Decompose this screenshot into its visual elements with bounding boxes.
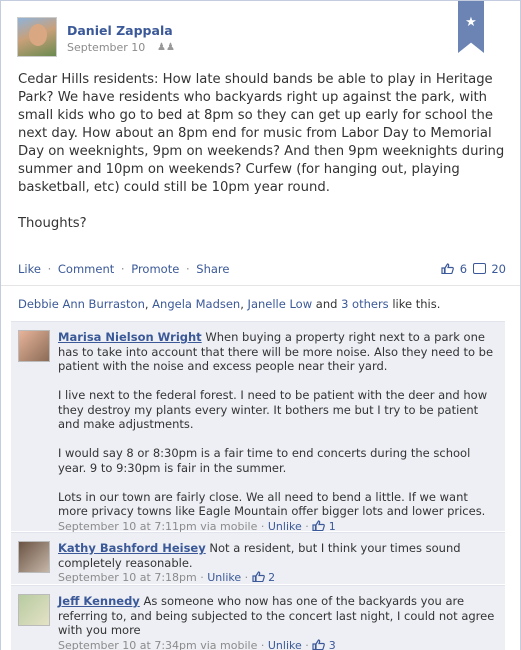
comment-text: Kathy Bashford Heisey Not a resident, bu… xyxy=(58,541,497,570)
thumbs-up-icon[interactable] xyxy=(441,263,454,274)
comment-timestamp[interactable]: September 10 at 7:34pm via mobile xyxy=(58,639,257,650)
comment-link[interactable]: Comment xyxy=(58,262,114,276)
commenter-name[interactable]: Kathy Bashford Heisey xyxy=(58,541,206,555)
commenter-avatar[interactable] xyxy=(18,541,50,573)
unlike-link[interactable]: Unlike xyxy=(268,520,302,533)
post-date[interactable]: September 10 xyxy=(67,41,145,54)
post-actions: Like · Comment · Promote · Share 6 20 xyxy=(18,262,506,278)
liker-link[interactable]: Janelle Low xyxy=(248,297,313,311)
post-card: Daniel Zappala September 10 ♟♟ ★ Cedar H… xyxy=(0,0,521,650)
comment-item: Kathy Bashford Heisey Not a resident, bu… xyxy=(11,532,505,584)
comment-item: Jeff Kennedy As someone who now has one … xyxy=(11,585,505,650)
comment-text: Marisa Nielson Wright When buying a prop… xyxy=(58,330,497,519)
commenter-avatar[interactable] xyxy=(18,330,50,362)
action-separator: · xyxy=(47,262,52,276)
comment-like-count[interactable]: 2 xyxy=(268,571,275,584)
comment-meta: September 10 at 7:11pm via mobile · Unli… xyxy=(58,519,336,533)
likes-connector: and xyxy=(315,297,338,311)
comment-body: When buying a property right next to a p… xyxy=(58,330,494,518)
commenter-avatar[interactable] xyxy=(18,594,50,626)
post-counts: 6 20 xyxy=(441,262,506,276)
comment-timestamp[interactable]: September 10 at 7:11pm via mobile xyxy=(58,520,257,533)
action-separator: · xyxy=(185,262,190,276)
comment-item: Marisa Nielson Wright When buying a prop… xyxy=(11,321,505,533)
author-name[interactable]: Daniel Zappala xyxy=(67,23,173,38)
promote-link[interactable]: Promote xyxy=(131,262,179,276)
comment-meta: September 10 at 7:34pm via mobile · Unli… xyxy=(58,638,336,650)
comment-timestamp[interactable]: September 10 at 7:18pm xyxy=(58,571,197,584)
author-avatar[interactable] xyxy=(17,17,57,57)
comment-like-count[interactable]: 3 xyxy=(329,639,336,650)
thumbs-up-icon[interactable] xyxy=(312,519,326,531)
likes-suffix: like this. xyxy=(392,297,441,311)
likes-summary: Debbie Ann Burraston, Angela Madsen, Jan… xyxy=(18,297,441,311)
unlike-link[interactable]: Unlike xyxy=(268,639,302,650)
liker-link[interactable]: Debbie Ann Burraston xyxy=(18,297,145,311)
thumbs-up-icon[interactable] xyxy=(252,571,265,582)
comment-count[interactable]: 20 xyxy=(491,262,506,276)
comment-text: Jeff Kennedy As someone who now has one … xyxy=(58,594,497,638)
star-icon[interactable]: ★ xyxy=(458,1,484,53)
action-separator: · xyxy=(120,262,125,276)
liker-link[interactable]: Angela Madsen xyxy=(152,297,240,311)
thumbs-up-icon[interactable] xyxy=(312,638,326,650)
unlike-link[interactable]: Unlike xyxy=(207,571,241,584)
commenter-name[interactable]: Jeff Kennedy xyxy=(58,594,140,608)
commenter-name[interactable]: Marisa Nielson Wright xyxy=(58,330,202,344)
likes-others-link[interactable]: 3 others xyxy=(341,297,389,311)
divider xyxy=(1,285,520,286)
comment-meta: September 10 at 7:18pm · Unlike · 2 xyxy=(58,571,276,584)
like-link[interactable]: Like xyxy=(18,262,41,276)
comment-bubble-icon[interactable] xyxy=(472,263,486,274)
share-link[interactable]: Share xyxy=(196,262,229,276)
friends-icon[interactable]: ♟♟ xyxy=(157,42,175,53)
like-count[interactable]: 6 xyxy=(460,262,467,276)
comment-like-count[interactable]: 1 xyxy=(329,520,336,533)
post-body: Cedar Hills residents: How late should b… xyxy=(18,72,505,231)
